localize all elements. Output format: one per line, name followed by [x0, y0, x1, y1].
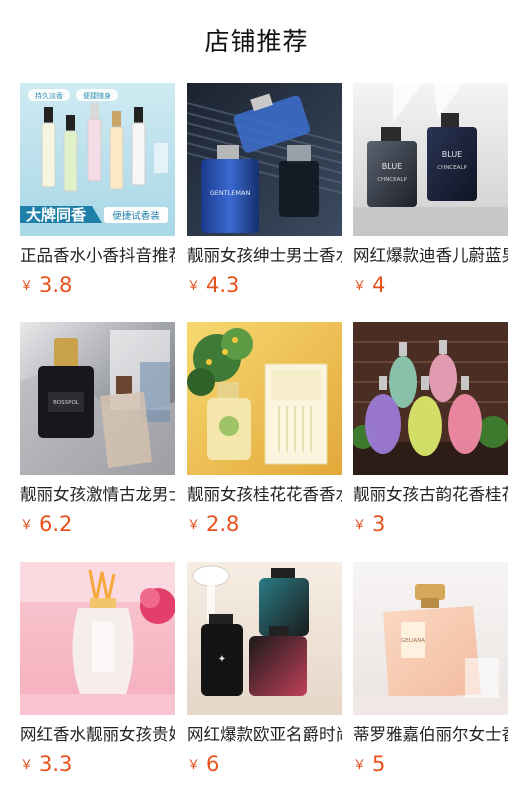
- currency-symbol: ￥: [187, 279, 201, 294]
- currency-symbol: ￥: [20, 758, 34, 773]
- product-card[interactable]: GELIANA 蒂罗雅嘉伯丽尔女士香水 ￥5: [353, 562, 508, 777]
- bottle-label: GELIANA: [401, 638, 425, 644]
- product-price: ￥ 3.8: [20, 270, 72, 300]
- product-price: ￥ 6: [187, 749, 219, 779]
- bottle-label: BLUE: [382, 162, 402, 171]
- price-value: 2.8: [206, 512, 240, 536]
- product-name[interactable]: 蒂罗雅嘉伯丽尔女士香水: [353, 722, 508, 748]
- product-name[interactable]: 靓丽女孩绅士男士香水: [187, 243, 342, 269]
- bleu-bottles-image[interactable]: BLUE CHNCEALP BLUE CHNCEALP: [353, 83, 508, 236]
- bottle-label: BLUE: [442, 150, 462, 159]
- currency-symbol: ￥: [353, 279, 367, 294]
- badge-text: 持久淡香: [35, 91, 63, 100]
- product-card[interactable]: 持久淡香 便捷随身 大牌同香 便捷试香装 正品香水小香抖音推荐 ￥ 3.8: [20, 83, 175, 298]
- perfume-vials-image[interactable]: 持久淡香 便捷随身 大牌同香 便捷试香装: [20, 83, 175, 236]
- banner-sub-text: 便捷试香装: [112, 210, 160, 222]
- black-bottle-image[interactable]: BOSSPOL: [20, 322, 175, 475]
- price-value: 5: [372, 752, 386, 776]
- product-card[interactable]: 靓丽女孩古韵花香桂花 ￥ 3: [353, 322, 508, 537]
- product-name[interactable]: 网红爆款欧亚名爵时尚: [187, 722, 342, 748]
- product-name[interactable]: 正品香水小香抖音推荐: [20, 243, 175, 269]
- price-value: 3.3: [39, 752, 73, 776]
- currency-symbol: ￥: [353, 758, 367, 773]
- product-price: ￥ 5: [353, 749, 385, 779]
- shop-recommendation-page: 店铺推荐 持久淡香 便捷随身 大牌同香 便捷试香装 正品香水小香抖音推荐 ￥ 3…: [0, 0, 513, 800]
- product-card[interactable]: 网红香水靓丽女孩贵妇 ￥ 3.3: [20, 562, 175, 777]
- bottle-label: CHNCEALP: [377, 177, 407, 183]
- banner-main-text: 大牌同香: [26, 206, 86, 224]
- currency-symbol: ￥: [187, 518, 201, 533]
- blue-cologne-image[interactable]: GENTLEMAN: [187, 83, 342, 236]
- bottle-label: BOSSPOL: [53, 400, 80, 406]
- product-name[interactable]: 靓丽女孩激情古龙男士: [20, 482, 175, 508]
- price-value: 6: [206, 752, 220, 776]
- product-price: ￥ 3: [353, 509, 385, 539]
- price-value: 3: [372, 512, 386, 536]
- product-card[interactable]: ✦ 网红爆款欧亚名爵时尚 ￥ 6: [187, 562, 342, 777]
- product-price: ￥ 2.8: [187, 509, 239, 539]
- peach-bottle-image[interactable]: GELIANA: [353, 562, 508, 715]
- price-value: 3.8: [39, 273, 73, 297]
- bottle-label: GENTLEMAN: [210, 189, 251, 197]
- price-value: 4: [372, 273, 386, 297]
- colorful-bottles-image[interactable]: [353, 322, 508, 475]
- product-card[interactable]: GENTLEMAN 靓丽女孩绅士男士香水 ￥ 4.3: [187, 83, 342, 298]
- currency-symbol: ￥: [187, 758, 201, 773]
- product-name[interactable]: 网红爆款迪香儿蔚蓝男士: [353, 243, 508, 269]
- product-card[interactable]: BOSSPOL 靓丽女孩激情古龙男士 ￥ 6.2: [20, 322, 175, 537]
- dark-bottles-image[interactable]: ✦: [187, 562, 342, 715]
- price-value: 6.2: [39, 512, 73, 536]
- bottle-decor: ✦: [218, 654, 226, 665]
- product-card[interactable]: BLUE CHNCEALP BLUE CHNCEALP 网红爆款迪香儿蔚蓝男士 …: [353, 83, 508, 298]
- currency-symbol: ￥: [353, 518, 367, 533]
- product-price: ￥ 3.3: [20, 749, 72, 779]
- page-title: 店铺推荐: [204, 27, 309, 56]
- badge-text: 便捷随身: [83, 91, 111, 100]
- pink-flower-bottle-image[interactable]: [20, 562, 175, 715]
- product-price: ￥ 4.3: [187, 270, 239, 300]
- product-price: ￥ 4: [353, 270, 385, 300]
- osmanthus-perfume-image[interactable]: [187, 322, 342, 475]
- product-name[interactable]: 靓丽女孩桂花花香香水: [187, 482, 342, 508]
- product-name[interactable]: 网红香水靓丽女孩贵妇: [20, 722, 175, 748]
- currency-symbol: ￥: [20, 518, 34, 533]
- currency-symbol: ￥: [20, 279, 34, 294]
- price-value: 4.3: [206, 273, 240, 297]
- product-name[interactable]: 靓丽女孩古韵花香桂花: [353, 482, 508, 508]
- product-card[interactable]: 靓丽女孩桂花花香香水 ￥ 2.8: [187, 322, 342, 537]
- bottle-label: CHNCEALP: [437, 165, 467, 171]
- product-price: ￥ 6.2: [20, 509, 72, 539]
